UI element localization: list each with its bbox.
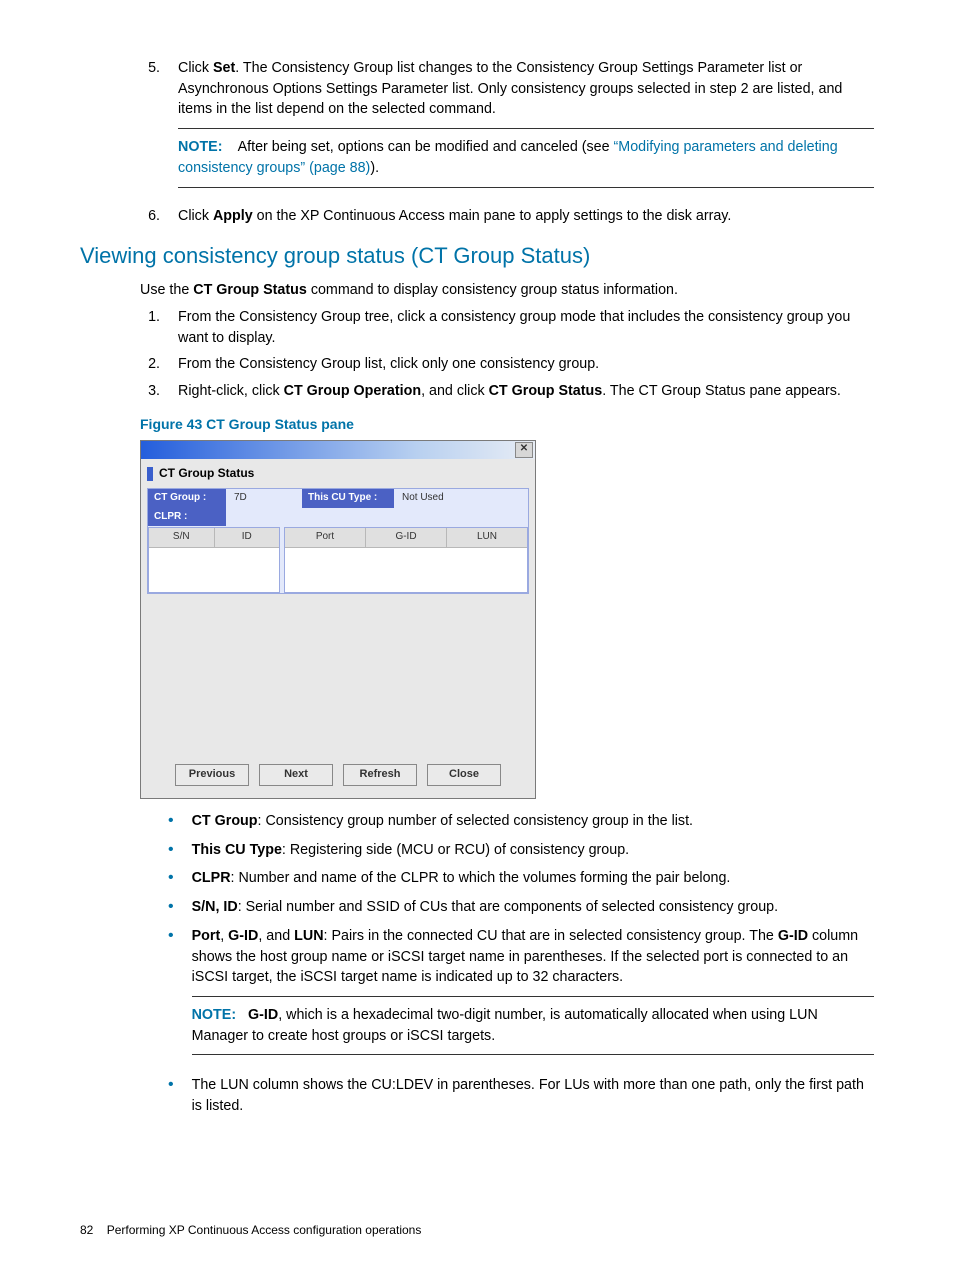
bullet-item: • The LUN column shows the CU:LDEV in pa… xyxy=(168,1075,874,1116)
note-label: NOTE: xyxy=(178,139,222,155)
ctgroup-value: 7D xyxy=(226,489,302,508)
page: 5. Click Set. The Consistency Group list… xyxy=(0,0,954,1271)
bullet-item: • This CU Type: Registering side (MCU or… xyxy=(168,840,874,861)
page-number: 82 xyxy=(80,1223,93,1237)
ordered-list-b: 1. From the Consistency Group tree, clic… xyxy=(140,307,874,402)
item-text: Right-click, click CT Group Operation, a… xyxy=(178,381,874,402)
ordered-list-a: 5. Click Set. The Consistency Group list… xyxy=(80,58,874,226)
thiscutype-value: Not Used xyxy=(394,489,452,508)
list-item: 5. Click Set. The Consistency Group list… xyxy=(140,58,874,200)
bullet-icon: • xyxy=(168,811,174,832)
close-button[interactable]: Close xyxy=(427,764,501,786)
item-number: 5. xyxy=(140,58,160,200)
page-footer: 82 Performing XP Continuous Access confi… xyxy=(80,1222,421,1239)
col-lun[interactable]: LUN xyxy=(447,528,527,547)
bullet-icon: • xyxy=(168,926,174,1068)
chapter-title: Performing XP Continuous Access configur… xyxy=(107,1223,422,1237)
right-table: Port G-ID LUN xyxy=(284,527,528,593)
refresh-button[interactable]: Refresh xyxy=(343,764,417,786)
bullet-icon: • xyxy=(168,1075,174,1116)
button-row: Previous Next Refresh Close xyxy=(147,764,529,786)
item-text: From the Consistency Group list, click o… xyxy=(178,354,874,375)
bullet-icon: • xyxy=(168,897,174,918)
info-panel: CT Group : 7D This CU Type : Not Used CL… xyxy=(147,488,529,594)
list-item: 1. From the Consistency Group tree, clic… xyxy=(140,307,874,348)
bullet-icon: • xyxy=(168,868,174,889)
bullet-icon: • xyxy=(168,840,174,861)
item-text: Click Set. The Consistency Group list ch… xyxy=(178,58,874,200)
col-port[interactable]: Port xyxy=(285,528,366,547)
list-item: 6. Click Apply on the XP Continuous Acce… xyxy=(140,206,874,227)
clpr-value xyxy=(226,508,242,527)
bullet-item: • CT Group: Consistency group number of … xyxy=(168,811,874,832)
note-box: NOTE: G-ID, which is a hexadecimal two-d… xyxy=(192,996,874,1055)
bullet-item: • S/N, ID: Serial number and SSID of CUs… xyxy=(168,897,874,918)
ct-group-status-pane: ✕ CT Group Status CT Group : 7D This CU … xyxy=(140,440,536,799)
pane-heading: CT Group Status xyxy=(147,465,529,482)
previous-button[interactable]: Previous xyxy=(175,764,249,786)
list-item: 3. Right-click, click CT Group Operation… xyxy=(140,381,874,402)
col-gid[interactable]: G-ID xyxy=(366,528,447,547)
left-table: S/N ID xyxy=(148,527,280,593)
bullet-list: • CT Group: Consistency group number of … xyxy=(168,811,874,1117)
item-number: 3. xyxy=(140,381,160,402)
note-label: NOTE: xyxy=(192,1007,236,1023)
close-icon[interactable]: ✕ xyxy=(515,442,533,458)
col-id[interactable]: ID xyxy=(215,528,280,547)
ctgroup-label: CT Group : xyxy=(148,489,226,508)
thiscutype-label: This CU Type : xyxy=(302,489,394,508)
next-button[interactable]: Next xyxy=(259,764,333,786)
titlebar: ✕ xyxy=(141,441,535,459)
item-text: Click Apply on the XP Continuous Access … xyxy=(178,206,874,227)
figure-caption: Figure 43 CT Group Status pane xyxy=(140,414,874,434)
col-sn[interactable]: S/N xyxy=(149,528,215,547)
item-number: 2. xyxy=(140,354,160,375)
bullet-item: • CLPR: Number and name of the CLPR to w… xyxy=(168,868,874,889)
note-box: NOTE: After being set, options can be mo… xyxy=(178,128,874,187)
intro-text: Use the CT Group Status command to displ… xyxy=(140,280,874,301)
item-text: From the Consistency Group tree, click a… xyxy=(178,307,874,348)
heading-bar-icon xyxy=(147,467,153,481)
list-item: 2. From the Consistency Group list, clic… xyxy=(140,354,874,375)
clpr-label: CLPR : xyxy=(148,508,226,527)
section-heading: Viewing consistency group status (CT Gro… xyxy=(80,240,874,272)
item-number: 1. xyxy=(140,307,160,348)
item-number: 6. xyxy=(140,206,160,227)
bullet-item: • Port, G-ID, and LUN: Pairs in the conn… xyxy=(168,926,874,1068)
